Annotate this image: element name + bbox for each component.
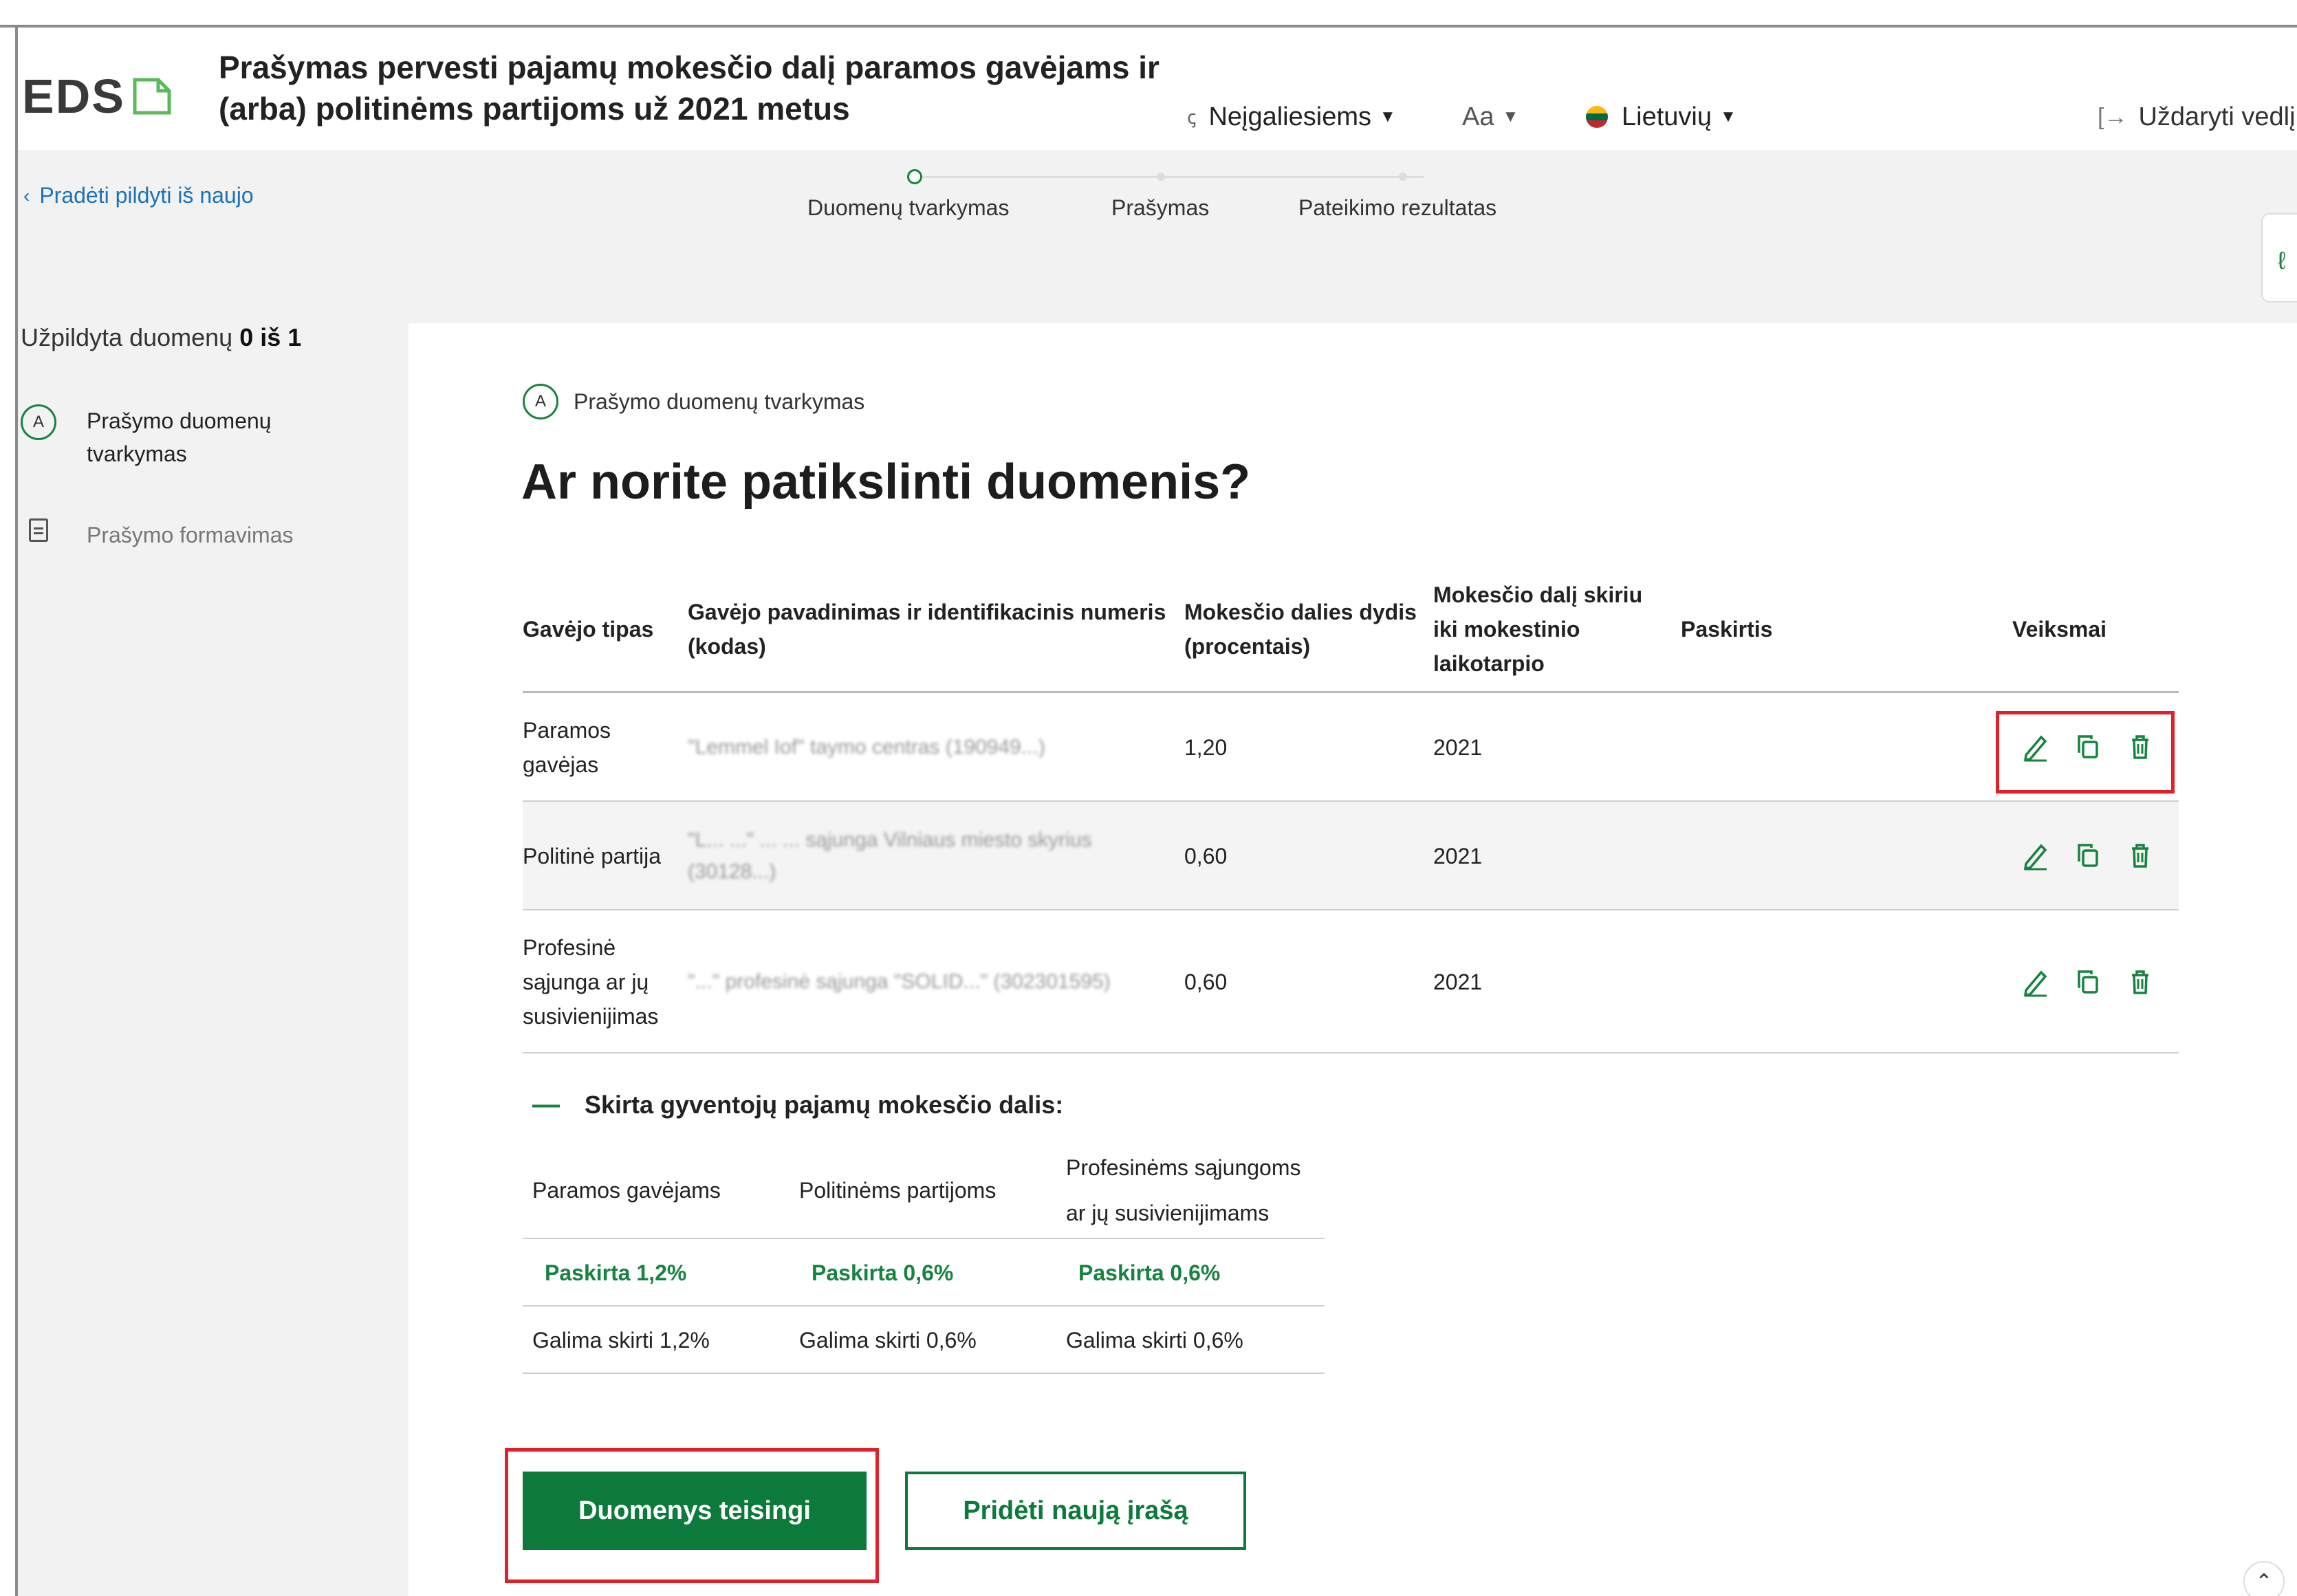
chevron-up-icon: ⌃: [2255, 1570, 2273, 1593]
row-actions: [2022, 967, 2154, 997]
recipient-type: Profesinė sąjunga ar jų susivienijimas: [523, 935, 659, 1029]
document-icon: [29, 518, 48, 542]
tax-period: 2021: [1433, 844, 1483, 868]
summary-assigned-row: Paskirta 1,2% Paskirta 0,6% Paskirta 0,6…: [523, 1239, 1325, 1307]
step-indicator-2: [1157, 173, 1165, 181]
data-correct-button[interactable]: Duomenys teisingi: [523, 1472, 867, 1550]
fill-status-count: 0 iš 1: [239, 323, 302, 351]
step-badge: A: [21, 404, 56, 440]
actions-highlight-box: [1996, 711, 2175, 794]
caret-down-icon: ▼: [1502, 107, 1519, 126]
sidebar-item-label: Prašymo formavimas: [87, 523, 294, 547]
tax-period: 2021: [1433, 970, 1483, 994]
available-support: Galima skirti 1,2%: [532, 1328, 710, 1353]
page-header-title: Prašymas pervesti pajamų mokesčio dalį p…: [219, 50, 1160, 127]
recipient-type: Politinė partija: [523, 844, 661, 868]
chevron-left-icon: ‹: [23, 184, 30, 206]
tax-percent: 0,60: [1184, 844, 1228, 868]
summary-header-row: Paramos gavėjams Politinėms partijoms Pr…: [523, 1141, 1325, 1239]
header: EDS Prašymas pervesti pajamų mokesčio da…: [18, 28, 2297, 150]
summary-available-row: Galima skirti 1,2% Galima skirti 0,6% Ga…: [523, 1307, 1325, 1374]
edit-icon[interactable]: [2022, 967, 2049, 997]
copy-icon[interactable]: [2074, 840, 2102, 871]
step-indicator-3: [1399, 173, 1407, 181]
accessibility-label: Neįgaliesiems: [1208, 102, 1371, 131]
available-unions: Galima skirti 0,6%: [1066, 1328, 1243, 1353]
step-label-1: Duomenų tvarkymas: [807, 195, 1010, 220]
delete-icon[interactable]: [2126, 840, 2154, 871]
tax-percent: 1,20: [1184, 735, 1228, 760]
summary-header-unions: Profesinėms sąjungoms ar jų susivienijim…: [1066, 1155, 1301, 1225]
tax-percent: 0,60: [1184, 970, 1228, 994]
column-header-period: Mokesčio dalį skiriu iki mokestinio laik…: [1433, 582, 1643, 676]
tax-period: 2021: [1433, 735, 1483, 760]
table-row: Paramos gavėjas "Lemmel Iof" taymo centr…: [523, 693, 2179, 802]
caret-down-icon: ▼: [1719, 107, 1737, 126]
floating-help-tab[interactable]: ℓ: [2261, 213, 2297, 303]
app-window: EDS Prašymas pervesti pajamų mokesčio da…: [0, 0, 2297, 1596]
section-badge: A: [523, 384, 558, 419]
step-label-2: Prašymas: [1111, 195, 1210, 220]
accessibility-icon: ꞔ: [1187, 107, 1197, 128]
recipient-name-redacted: "Lemmel Iof" taymo centras (190949...): [688, 736, 1045, 758]
window-border-left: [15, 25, 18, 1596]
step-indicator-1: [907, 169, 922, 184]
logo-text: EDS: [22, 69, 125, 123]
summary-toggle[interactable]: — Skirta gyventojų pajamų mokesčio dalis…: [532, 1089, 1063, 1120]
font-size-label: Aa: [1462, 102, 1494, 131]
copy-icon[interactable]: [2074, 967, 2102, 997]
eds-logo[interactable]: EDS: [22, 69, 173, 124]
column-header-actions: Veiksmai: [2012, 617, 2107, 642]
lithuania-flag-icon: [1586, 106, 1608, 128]
restart-link-label: Pradėti pildyti iš naujo: [39, 183, 254, 208]
available-parties: Galima skirti 0,6%: [799, 1328, 977, 1353]
column-header-name: Gavėjo pavadinimas ir identifikacinis nu…: [688, 600, 1166, 659]
sidebar-item-data-management[interactable]: A Prašymo duomenų tvarkymas: [21, 404, 314, 470]
summary-header-support: Paramos gavėjams: [532, 1178, 721, 1203]
assigned-unions: Paskirta 0,6%: [1078, 1260, 1221, 1285]
caret-down-icon: ▼: [1380, 107, 1396, 126]
exit-icon: [→: [2098, 103, 2128, 130]
column-header-type: Gavėjo tipas: [523, 617, 654, 642]
help-icon: ℓ: [2278, 246, 2286, 274]
close-wizard-label: Uždaryti vedlį: [2138, 102, 2296, 131]
restart-link[interactable]: ‹ Pradėti pildyti iš naujo: [23, 183, 254, 208]
add-new-entry-button[interactable]: Pridėti naują įrašą: [905, 1472, 1246, 1550]
row-actions: [2022, 840, 2154, 871]
summary-header-parties: Politinėms partijoms: [799, 1178, 997, 1203]
sidebar-item-request-forming[interactable]: Prašymo formavimas: [21, 518, 294, 551]
delete-icon[interactable]: [2126, 967, 2154, 997]
sidebar: Užpildyta duomenų 0 iš 1 A Prašymo duome…: [21, 323, 392, 547]
sidebar-item-label: Prašymo duomenų tvarkymas: [87, 408, 272, 466]
page-title: Ar norite patikslinti duomenis?: [521, 455, 1251, 510]
fill-status-prefix: Užpildyta duomenų: [21, 323, 233, 351]
accessibility-dropdown[interactable]: ꞔ Neįgaliesiems ▼: [1187, 96, 1396, 138]
recipient-name-redacted: "..." profesinė sąjunga "SOLID..." (3023…: [688, 970, 1111, 993]
language-label: Lietuvių: [1622, 102, 1712, 131]
table-row: Politinė partija "L... ..." ... ... sąju…: [523, 802, 2179, 910]
stepper-line: [915, 176, 1424, 178]
edit-icon[interactable]: [2022, 840, 2049, 871]
section-tag: A Prašymo duomenų tvarkymas: [523, 384, 864, 419]
column-header-percent: Mokesčio dalies dydis (procentais): [1184, 600, 1417, 659]
language-dropdown[interactable]: Lietuvių ▼: [1586, 96, 1737, 138]
table-row: Profesinė sąjunga ar jų susivienijimas "…: [523, 910, 2179, 1053]
scroll-to-top-button[interactable]: ⌃: [2243, 1561, 2285, 1596]
recipient-name-redacted: "L... ..." ... ... sąjunga Vilniaus mies…: [688, 829, 1092, 883]
section-label: Prašymo duomenų tvarkymas: [574, 389, 865, 414]
collapse-icon: —: [532, 1089, 560, 1119]
assigned-parties: Paskirta 0,6%: [812, 1260, 954, 1285]
summary-title: Skirta gyventojų pajamų mokesčio dalis:: [585, 1090, 1064, 1119]
step-label-3: Pateikimo rezultatas: [1298, 195, 1497, 220]
table-header-row: Gavėjo tipas Gavėjo pavadinimas ir ident…: [523, 565, 2179, 693]
stepper-bar: ‹ Pradėti pildyti iš naujo Duomenų tvark…: [18, 150, 2297, 241]
assigned-support: Paskirta 1,2%: [545, 1260, 687, 1285]
column-header-purpose: Paskirtis: [1681, 617, 1773, 642]
fill-status: Užpildyta duomenų 0 iš 1: [21, 323, 392, 352]
font-size-dropdown[interactable]: Aa ▼: [1462, 96, 1518, 138]
close-wizard-button[interactable]: [→ Uždaryti vedlį: [2098, 96, 2296, 138]
recipient-type: Paramos gavėjas: [523, 718, 611, 777]
document-logo-icon: [133, 78, 171, 115]
